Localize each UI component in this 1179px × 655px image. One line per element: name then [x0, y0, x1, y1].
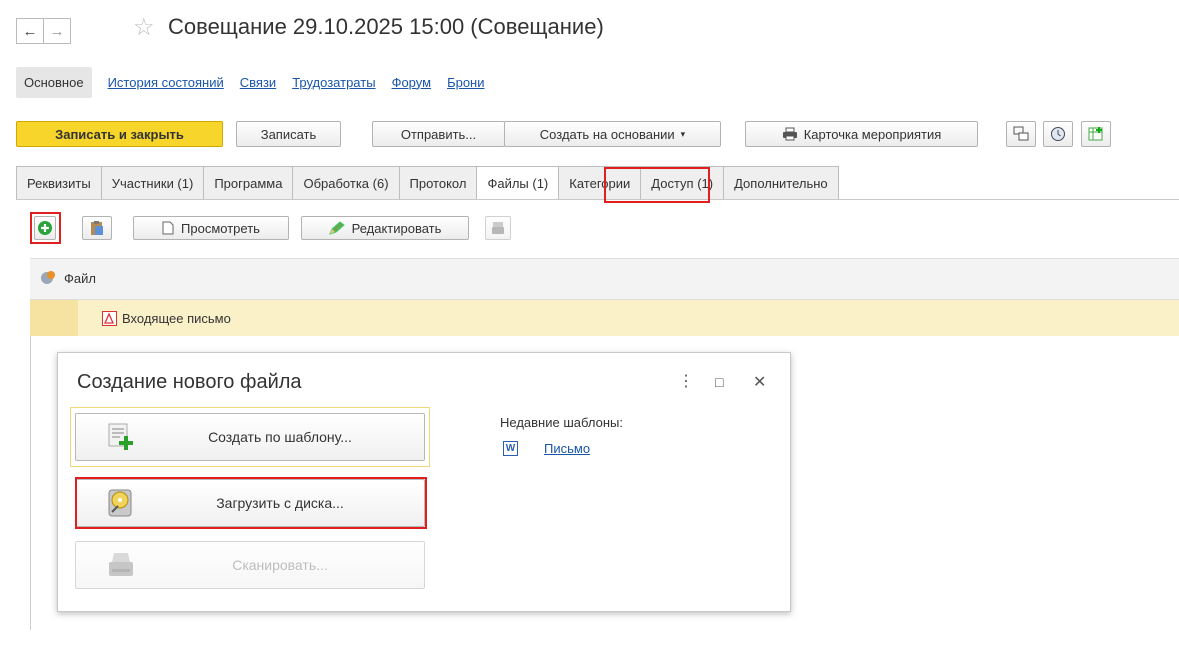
arrow-left-icon: ← [22, 22, 38, 40]
dialog-title: Создание нового файла [77, 371, 302, 393]
event-card-button[interactable]: Карточка мероприятия [745, 121, 978, 147]
tab-requisites[interactable]: Реквизиты [16, 166, 102, 200]
highlight-files-tab [604, 167, 710, 203]
scan-label: Сканировать... [232, 557, 328, 573]
dropdown-arrow-icon: ▾ [680, 128, 686, 139]
clipboard-icon [91, 221, 103, 235]
template-add-icon [108, 423, 133, 450]
tab-divider [16, 199, 1179, 200]
scan-toolbar-button[interactable] [485, 216, 511, 240]
nav-main[interactable]: Основное [16, 66, 92, 98]
export-button[interactable] [1081, 121, 1111, 147]
history-button[interactable] [1043, 121, 1073, 147]
pencil-icon [328, 221, 345, 235]
arrow-right-icon: → [49, 22, 65, 40]
highlight-add-button [30, 212, 61, 244]
create-from-template-label: Создать по шаблону... [208, 429, 352, 445]
table-row[interactable]: Входящее письмо [30, 300, 1179, 336]
chat-icon [1013, 126, 1029, 141]
scanner-icon [109, 553, 133, 576]
row-selector [30, 300, 78, 336]
back-button[interactable]: ← [16, 18, 44, 44]
printer-icon [782, 127, 797, 141]
document-icon [162, 221, 174, 235]
scan-button[interactable]: Сканировать... [75, 541, 425, 589]
tab-additional[interactable]: Дополнительно [723, 166, 839, 200]
highlight-upload-button [75, 477, 427, 529]
edit-label: Редактировать [351, 220, 442, 236]
maximize-icon[interactable]: □ [715, 374, 723, 390]
view-label: Просмотреть [181, 220, 260, 236]
attachment-status-icon [41, 271, 55, 284]
word-file-icon: W [503, 441, 518, 456]
tab-program[interactable]: Программа [203, 166, 294, 200]
discussion-button[interactable] [1006, 121, 1036, 147]
more-menu-icon[interactable]: ⋮ [678, 371, 694, 391]
clock-icon [1051, 127, 1065, 141]
edit-button[interactable]: Редактировать [301, 216, 469, 240]
create-based-label: Создать на основании [539, 126, 675, 142]
column-file-header[interactable]: Файл [64, 271, 96, 286]
forward-button[interactable]: → [43, 18, 71, 44]
save-and-close-button[interactable]: Записать и закрыть [16, 121, 223, 147]
grid-header: Файл [30, 258, 1179, 300]
tab-participants[interactable]: Участники (1) [100, 166, 205, 200]
recent-templates-label: Недавние шаблоны: [500, 415, 623, 430]
paste-button[interactable] [82, 216, 112, 240]
nav-state-history[interactable]: История состояний [108, 75, 224, 90]
tab-processing[interactable]: Обработка (6) [292, 166, 400, 200]
tab-protocol[interactable]: Протокол [398, 166, 478, 200]
page-title: Совещание 29.10.2025 15:00 (Совещание) [168, 14, 604, 39]
nav-labor-costs[interactable]: Трудозатраты [292, 75, 375, 90]
create-file-dialog: Создание нового файла ⋮ □ ✕ Создать по ш… [57, 352, 791, 612]
nav-bookings[interactable]: Брони [447, 75, 484, 90]
create-based-on-button[interactable]: Создать на основании ▾ [504, 121, 721, 147]
nav-links[interactable]: Связи [240, 75, 276, 90]
favorite-star-icon[interactable]: ☆ [133, 13, 155, 42]
tab-bar: Реквизиты Участники (1) Программа Обрабо… [16, 166, 839, 200]
file-name: Входящее письмо [122, 311, 231, 326]
send-button[interactable]: Отправить... [372, 121, 505, 147]
create-from-template-button[interactable]: Создать по шаблону... [75, 413, 425, 461]
recent-template-link[interactable]: Письмо [544, 441, 590, 456]
nav-forum[interactable]: Форум [392, 75, 432, 90]
pdf-file-icon [102, 311, 117, 326]
spreadsheet-add-icon [1088, 127, 1103, 141]
tab-files[interactable]: Файлы (1) [476, 166, 560, 200]
event-card-label: Карточка мероприятия [803, 126, 942, 142]
section-nav: Основное История состояний Связи Трудоза… [16, 66, 485, 98]
close-icon[interactable]: ✕ [753, 372, 766, 392]
view-button[interactable]: Просмотреть [133, 216, 289, 240]
save-button[interactable]: Записать [236, 121, 341, 147]
scanner-icon [492, 222, 504, 234]
